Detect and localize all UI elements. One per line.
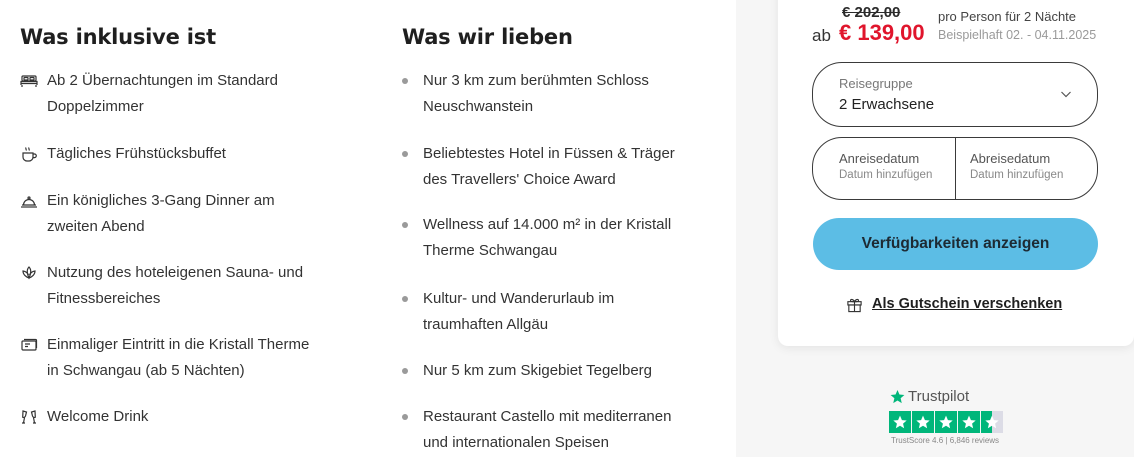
bullet-dot-icon — [402, 78, 408, 84]
included-item-line: zweiten Abend — [47, 217, 145, 235]
price-prefix: ab — [812, 26, 831, 45]
rating-star-icon — [958, 411, 980, 433]
highlight-item-line: Therme Schwangau — [423, 241, 558, 259]
highlight-item-line: traumhaften Allgäu — [423, 315, 549, 333]
highlight-item-line: Neuschwanstein — [423, 97, 534, 115]
trustpilot-logo[interactable]: Trustpilot — [890, 388, 969, 405]
rating-star-icon — [889, 411, 911, 433]
included-item-line: Ab 2 Übernachtungen im Standard — [47, 72, 278, 89]
highlight-item-line: Nur 3 km zum berühmten Schloss — [423, 72, 649, 89]
highlight-item: Restaurant Castello mit mediterranen und… — [402, 404, 671, 455]
highlights-title: Was wir lieben — [402, 25, 573, 49]
bullet-dot-icon — [402, 222, 408, 228]
gift-voucher-label: Als Gutschein verschenken — [872, 296, 1063, 312]
rating-star-icon — [935, 411, 957, 433]
star-icon — [890, 389, 905, 404]
included-item-line: Tägliches Frühstücksbuffet — [47, 145, 226, 162]
champagne-glasses-icon — [20, 408, 38, 426]
included-item-line: in Schwangau (ab 5 Nächten) — [47, 361, 245, 379]
coffee-cup-icon — [20, 145, 38, 163]
included-item-line: Ein königliches 3-Gang Dinner am — [47, 192, 275, 209]
chevron-down-icon — [1061, 91, 1071, 98]
included-item: Tägliches Frühstücksbuffet — [20, 141, 226, 167]
highlight-item: Nur 3 km zum berühmten Schloss Neuschwan… — [402, 68, 649, 119]
included-item: Welcome Drink — [20, 404, 148, 430]
arrival-date-label: Anreisedatum — [839, 151, 920, 166]
trustscore-text: TrustScore 4.6 | 6,846 reviews — [891, 436, 1000, 445]
trustpilot-brand: Trustpilot — [908, 388, 970, 405]
included-item-line: Welcome Drink — [47, 408, 149, 425]
highlight-item-line: Wellness auf 14.000 m² in der Kristall — [423, 216, 672, 233]
cloche-icon — [20, 192, 38, 210]
included-title: Was inklusive ist — [20, 25, 216, 49]
lotus-icon — [20, 264, 38, 282]
arrival-date-placeholder: Datum hinzufügen — [839, 169, 933, 181]
highlight-item-line: des Travellers' Choice Award — [423, 170, 616, 188]
highlight-item-line: Beliebtestes Hotel in Füssen & Träger — [423, 145, 675, 162]
highlight-item: Kultur- und Wanderurlaub im traumhaften … — [402, 286, 614, 337]
trustpilot-rating-stars — [889, 411, 1004, 433]
highlight-item: Beliebtestes Hotel in Füssen & Träger de… — [402, 141, 675, 192]
gift-voucher-link[interactable]: Als Gutschein verschenken — [846, 293, 1062, 315]
included-item-line: Einmaliger Eintritt in die Kristall Ther… — [47, 336, 310, 353]
highlight-item-line: Restaurant Castello mit mediterranen — [423, 408, 672, 425]
travel-group-value: 2 Erwachsene — [839, 96, 935, 113]
original-price: € 202,00 — [842, 4, 901, 21]
sample-dates-note: Beispielhaft 02. - 04.11.2025 — [938, 28, 1097, 42]
content-area: Was inklusive ist Ab 2 Übernachtungen im… — [0, 0, 736, 457]
price-per-person-note: pro Person für 2 Nächte — [938, 9, 1077, 24]
included-item-line: Fitnessbereiches — [47, 289, 161, 307]
arrival-date-field[interactable]: Anreisedatum Datum hinzufügen — [813, 138, 955, 199]
bullet-dot-icon — [402, 151, 408, 157]
bullet-dot-icon — [402, 368, 408, 374]
departure-date-label: Abreisedatum — [970, 151, 1051, 166]
included-item-line: Nutzung des hoteleigenen Sauna- und — [47, 264, 304, 281]
highlight-item-line: und internationalen Speisen — [423, 433, 609, 451]
bullet-dot-icon — [402, 414, 408, 420]
travel-group-label: Reisegruppe — [839, 76, 913, 91]
rating-star-icon — [912, 411, 934, 433]
included-item-line: Doppelzimmer — [47, 97, 144, 115]
included-item: Nutzung des hoteleigenen Sauna- und Fitn… — [20, 260, 303, 311]
highlight-item: Nur 5 km zum Skigebiet Tegelberg — [402, 358, 652, 384]
included-item: Ein königliches 3-Gang Dinner am zweiten… — [20, 188, 275, 239]
rating-half-star-icon — [981, 411, 1003, 433]
highlight-item-line: Kultur- und Wanderurlaub im — [423, 290, 615, 307]
gift-icon — [847, 298, 862, 312]
show-availability-button[interactable]: Verfügbarkeiten anzeigen — [813, 218, 1098, 270]
departure-date-field[interactable]: Abreisedatum Datum hinzufügen — [956, 138, 1098, 199]
date-range-picker: Anreisedatum Datum hinzufügen Abreisedat… — [812, 137, 1098, 200]
departure-date-placeholder: Datum hinzufügen — [970, 169, 1064, 181]
highlight-item-line: Nur 5 km zum Skigebiet Tegelberg — [423, 362, 652, 379]
bullet-dot-icon — [402, 296, 408, 302]
ticket-icon — [20, 336, 38, 354]
current-price: € 139,00 — [839, 20, 925, 45]
travel-group-select[interactable]: Reisegruppe 2 Erwachsene — [812, 62, 1098, 127]
bed-icon — [20, 72, 38, 90]
included-item: Ab 2 Übernachtungen im Standard Doppelzi… — [20, 68, 278, 119]
included-item: Einmaliger Eintritt in die Kristall Ther… — [20, 332, 309, 383]
highlight-item: Wellness auf 14.000 m² in der Kristall T… — [402, 212, 671, 263]
